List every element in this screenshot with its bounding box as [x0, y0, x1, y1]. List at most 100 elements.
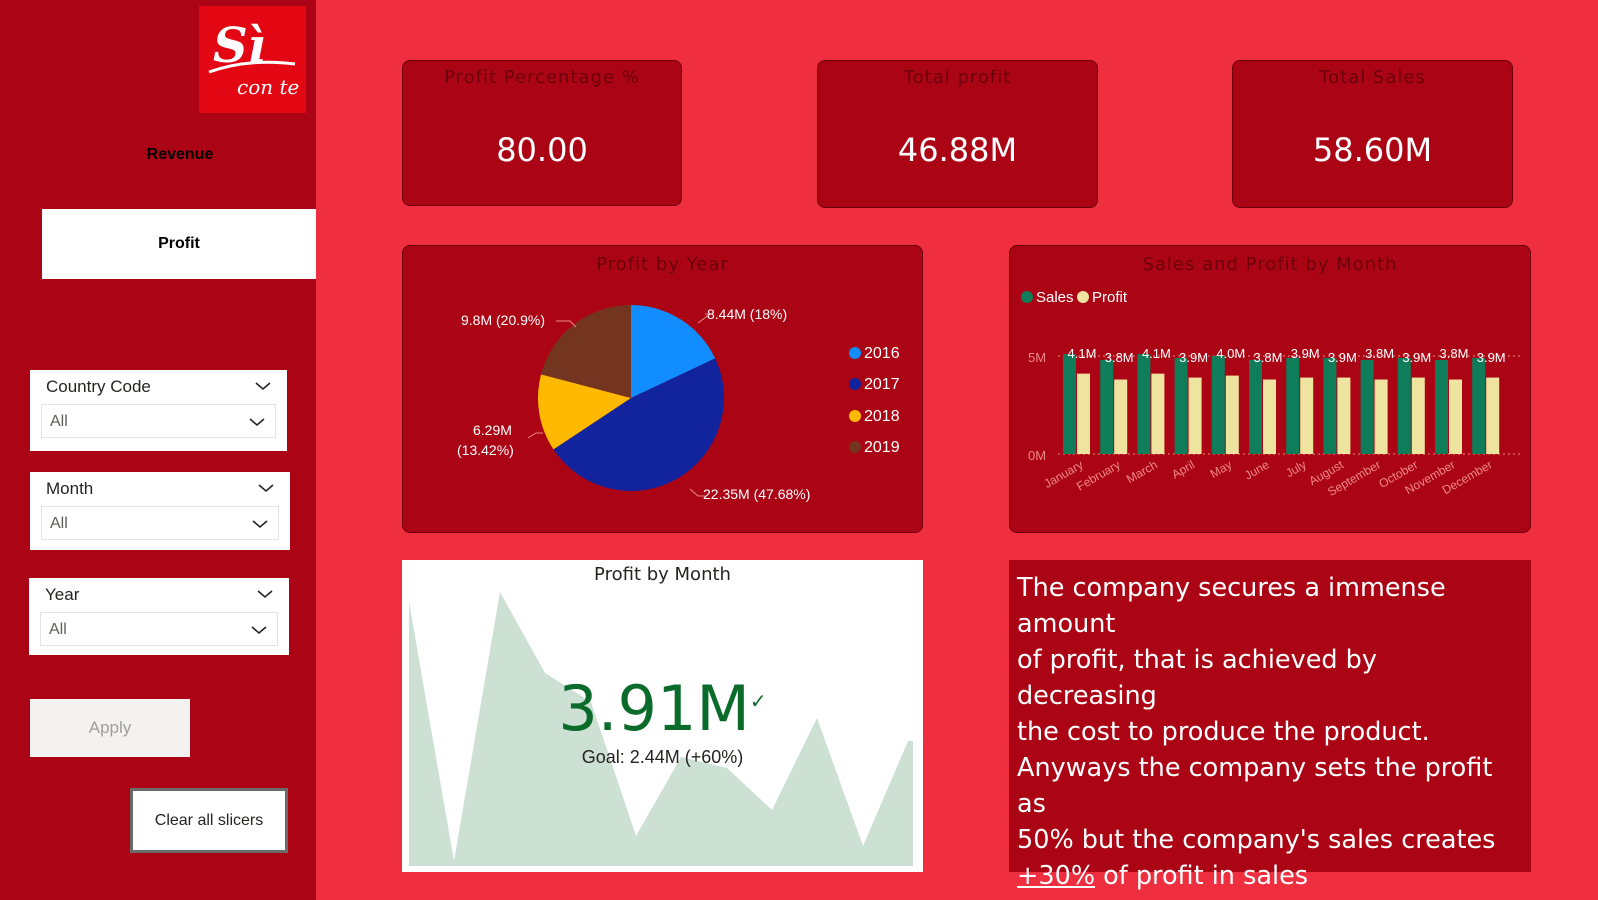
x-tick-label: March: [1124, 457, 1160, 486]
data-label: 4.0M: [1216, 346, 1245, 361]
bar-profit-august[interactable]: [1337, 377, 1351, 454]
kpi-title: Total Sales: [1319, 67, 1426, 88]
data-label: 3.9M: [1179, 350, 1208, 365]
insight-text-box: The company secures a immense amount of …: [1009, 560, 1531, 891]
bar-sales-may[interactable]: [1211, 356, 1225, 454]
legend-marker: [849, 347, 861, 359]
bar-sales-june[interactable]: [1249, 359, 1262, 454]
insight-line: of profit, that is achieved by decreasin…: [1017, 645, 1377, 711]
legend-label: 2016: [864, 345, 900, 362]
insight-line: Anyways the company sets the profit as: [1017, 753, 1493, 819]
pie-label-2018-value: 6.29M: [473, 422, 512, 438]
chevron-down-icon[interactable]: [256, 480, 276, 496]
legend-2017[interactable]: 2017: [849, 376, 900, 394]
pie-label-2018-percent: (13.42%): [457, 442, 514, 458]
bar-sales-september[interactable]: [1360, 359, 1374, 454]
bar-sales-march[interactable]: [1137, 354, 1151, 454]
checkmark-icon: ✓: [749, 689, 767, 713]
kpi-value-text: 3.91M: [558, 672, 750, 745]
bar-profit-december[interactable]: [1486, 377, 1500, 454]
bar-sales-november[interactable]: [1435, 359, 1448, 454]
y-tick-label: 0M: [1028, 448, 1046, 463]
chevron-down-icon: [252, 520, 268, 529]
slicer-title: Country Code: [46, 377, 151, 396]
legend-marker: [849, 441, 861, 453]
dropdown-value: All: [50, 515, 68, 532]
clear-all-slicers-button[interactable]: Clear all slicers: [130, 788, 288, 853]
legend-label: 2019: [864, 439, 900, 456]
data-label: 3.9M: [1402, 350, 1431, 365]
pie-label-2019: 9.8M (20.9%): [461, 312, 545, 328]
country-code-dropdown[interactable]: All: [41, 404, 276, 438]
bar-profit-february[interactable]: [1114, 379, 1128, 454]
bar-sales-august[interactable]: [1323, 357, 1337, 454]
kpi-title: Total profit: [903, 67, 1012, 88]
bar-profit-may[interactable]: [1225, 375, 1239, 454]
bar-profit-november[interactable]: [1449, 379, 1462, 454]
kpi-value: 46.88M: [897, 131, 1018, 169]
bar-profit-april[interactable]: [1188, 377, 1202, 454]
bar-chart: 5M 0M 4.1MJanuary3.8MFebruary4.1MMarch3.…: [1028, 346, 1522, 499]
nav-revenue[interactable]: Revenue: [120, 146, 240, 164]
kpi-profit-percentage: Profit Percentage % 80.00: [402, 60, 682, 206]
kpi-value: 58.60M: [1312, 131, 1433, 169]
chevron-down-icon[interactable]: [255, 586, 275, 602]
data-label: 4.1M: [1068, 346, 1097, 361]
legend-marker: [849, 410, 861, 422]
month-dropdown[interactable]: All: [41, 506, 279, 540]
legend-2018[interactable]: 2018: [849, 408, 900, 426]
profit-by-year-chart: Profit by Year 8.44M (18%) 9.8M (20.9%) …: [402, 245, 923, 533]
bar-profit-june[interactable]: [1263, 379, 1276, 454]
slicer-title: Month: [46, 479, 94, 498]
x-tick-label: May: [1208, 457, 1235, 480]
data-label: 3.8M: [1365, 346, 1394, 361]
bar-profit-september[interactable]: [1374, 379, 1388, 454]
chevron-down-icon: [249, 418, 265, 427]
slicer-title: Year: [45, 585, 80, 604]
insight-line: the cost to produce the product.: [1017, 717, 1430, 747]
bar-sales-april[interactable]: [1174, 357, 1188, 454]
bar-sales-january[interactable]: [1063, 354, 1076, 454]
sales-profit-by-month-chart: Sales and Profit by Month Sales Profit 5…: [1009, 245, 1531, 533]
pie-label-2017: 22.35M (47.68%): [703, 486, 810, 502]
year-dropdown[interactable]: All: [40, 612, 278, 646]
pie-label-2016: 8.44M (18%): [707, 306, 787, 322]
brand-logo: Sì con te: [199, 6, 306, 113]
bar-profit-july[interactable]: [1300, 377, 1314, 454]
insight-line-rest: of profit in sales: [1095, 861, 1309, 891]
chevron-down-icon[interactable]: [253, 378, 273, 394]
data-label: 3.9M: [1291, 346, 1320, 361]
bar-profit-october[interactable]: [1411, 377, 1425, 454]
pie-chart: 8.44M (18%) 9.8M (20.9%) 22.35M (47.68%)…: [457, 305, 810, 502]
bar-profit-january[interactable]: [1077, 373, 1090, 454]
kpi-title: Profit Percentage %: [444, 67, 640, 88]
bar-sales-july[interactable]: [1286, 357, 1300, 454]
kpi-total-profit: Total profit 46.88M: [817, 60, 1098, 208]
data-label: 3.9M: [1328, 350, 1357, 365]
svg-text:con te: con te: [237, 75, 299, 99]
legend-2019[interactable]: 2019: [849, 439, 900, 457]
bar-sales-february[interactable]: [1100, 359, 1114, 454]
data-label: 4.1M: [1142, 346, 1171, 361]
kpi-goal: Goal: 2.44M (+60%): [581, 747, 744, 767]
data-label: 3.8M: [1440, 346, 1469, 361]
y-tick-label: 5M: [1028, 350, 1046, 365]
legend-label: 2018: [864, 408, 900, 425]
kpi-value: 3.91M✓: [402, 672, 923, 745]
bar-sales-october[interactable]: [1397, 357, 1411, 454]
sidebar: Sì con te Revenue Profit Country Code Al…: [0, 0, 316, 900]
slicer-year: Year All: [29, 578, 289, 655]
bar-profit-march[interactable]: [1151, 373, 1165, 454]
nav-profit[interactable]: Profit: [42, 209, 316, 279]
highlight-percent: +30%: [1017, 861, 1096, 891]
dropdown-value: All: [49, 621, 67, 638]
legend-marker: [849, 378, 861, 390]
legend-2016[interactable]: 2016: [849, 345, 900, 363]
x-tick-label: July: [1283, 457, 1308, 480]
bar-sales-december[interactable]: [1472, 357, 1486, 454]
apply-button[interactable]: Apply: [30, 699, 190, 757]
data-label: 3.8M: [1105, 350, 1134, 365]
insight-line: +30% of profit in sales: [1017, 858, 1523, 894]
kpi-total-sales: Total Sales 58.60M: [1232, 60, 1513, 208]
data-label: 3.8M: [1254, 350, 1283, 365]
